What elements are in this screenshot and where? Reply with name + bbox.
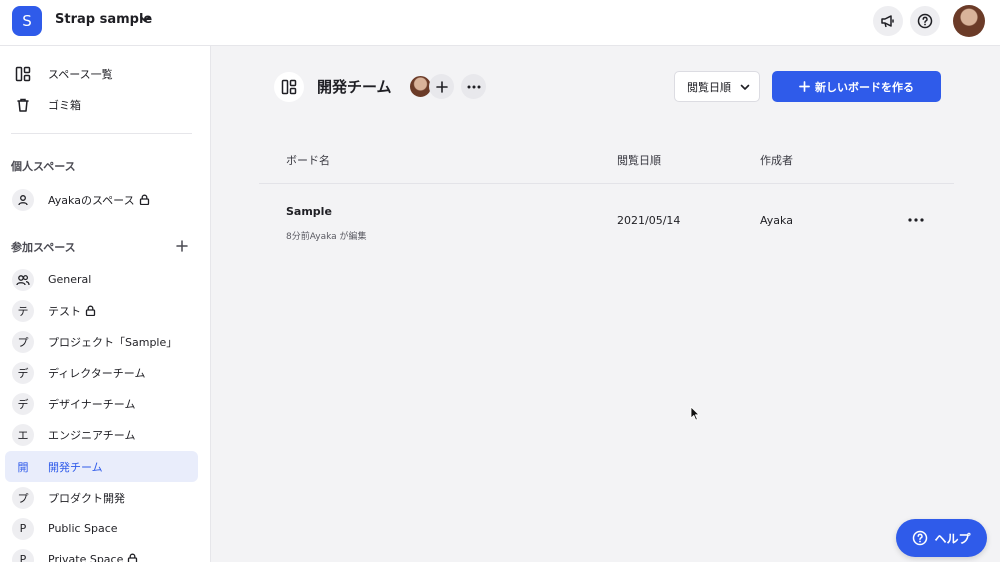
- column-header-board-name[interactable]: ボード名: [286, 152, 330, 168]
- top-bar: S Strap sample: [0, 0, 1000, 46]
- sidebar-item-label: Ayakaのスペース: [48, 193, 135, 207]
- sidebar-item-label: プロジェクト「Sample」: [48, 335, 178, 349]
- lock-icon: [128, 553, 138, 562]
- page-title: 開発チーム: [317, 78, 392, 96]
- sidebar-item-label: Private Space: [48, 553, 124, 562]
- announcement-button[interactable]: [873, 6, 903, 36]
- person-icon: [12, 188, 34, 211]
- space-initial: P: [12, 548, 34, 562]
- sidebar: スペース一覧 ゴミ箱 個人スペース Ayakaのスペース 参加スペース Gene…: [0, 46, 211, 562]
- more-horizontal-icon: [467, 85, 480, 88]
- megaphone-icon: [881, 15, 894, 28]
- board-viewed-date: 2021/05/14: [617, 214, 681, 227]
- sidebar-item-dev-team[interactable]: 開 開発チーム: [5, 451, 198, 482]
- help-center-button[interactable]: [910, 6, 940, 36]
- sidebar-divider: [11, 133, 192, 134]
- space-more-button[interactable]: [461, 74, 486, 99]
- board-title[interactable]: Sample: [286, 205, 332, 218]
- sidebar-item-label: エンジニアチーム: [48, 428, 136, 442]
- space-initial: プ: [12, 486, 34, 509]
- personal-space-heading: 個人スペース: [11, 160, 76, 173]
- sidebar-item-label: 開発チーム: [48, 460, 103, 474]
- more-horizontal-icon: [908, 218, 924, 222]
- column-header-viewed-date[interactable]: 閲覧日順: [617, 152, 661, 168]
- sidebar-item-designer-team[interactable]: デ デザイナーチーム: [5, 388, 198, 419]
- sidebar-item-label: スペース一覧: [48, 67, 113, 81]
- sidebar-item-project-sample[interactable]: プ プロジェクト「Sample」: [5, 326, 198, 357]
- board-icon: [14, 65, 32, 83]
- sidebar-item-label: ディレクターチーム: [48, 366, 146, 380]
- mouse-cursor-icon: [690, 406, 700, 421]
- question-circle-icon: [913, 530, 928, 546]
- board-icon: [281, 79, 297, 95]
- space-initial: テ: [12, 299, 34, 322]
- lock-icon: [85, 305, 96, 316]
- table-divider: [259, 183, 954, 184]
- sidebar-item-private-space[interactable]: P Private Space: [5, 544, 198, 562]
- people-icon: [12, 268, 34, 291]
- lock-icon: [139, 194, 149, 205]
- space-initial: デ: [12, 392, 34, 415]
- sidebar-item-space-list[interactable]: スペース一覧: [5, 58, 198, 89]
- workspace-badge[interactable]: S: [12, 6, 42, 36]
- space-initial: デ: [12, 361, 34, 384]
- new-board-button[interactable]: 新しいボードを作る: [772, 71, 941, 102]
- column-header-creator[interactable]: 作成者: [760, 152, 793, 168]
- add-space-icon[interactable]: [175, 239, 189, 253]
- sidebar-item-test[interactable]: テ テスト: [5, 295, 198, 326]
- sidebar-item-director-team[interactable]: デ ディレクターチーム: [5, 357, 198, 388]
- sidebar-item-label: Public Space: [48, 522, 118, 535]
- sort-select[interactable]: 閲覧日順: [674, 71, 760, 102]
- plus-icon: [435, 80, 448, 93]
- board-more-button[interactable]: [905, 212, 927, 228]
- add-member-button[interactable]: [429, 74, 454, 99]
- space-view-toggle-button[interactable]: [274, 72, 304, 102]
- question-circle-icon: [917, 13, 933, 29]
- space-initial: プ: [12, 330, 34, 353]
- space-initial: 開: [17, 460, 29, 474]
- board-edit-info: 8分前Ayaka が編集: [286, 232, 367, 242]
- help-button[interactable]: ヘルプ: [896, 519, 987, 557]
- new-board-label: 新しいボードを作る: [815, 80, 914, 94]
- sidebar-item-public-space[interactable]: P Public Space: [5, 513, 198, 544]
- trash-icon: [14, 96, 32, 114]
- space-initial: P: [12, 517, 34, 540]
- sidebar-item-label: プロダクト開発: [48, 491, 125, 505]
- joined-space-heading: 参加スペース: [11, 241, 76, 254]
- sidebar-item-personal-space[interactable]: Ayakaのスペース: [5, 184, 198, 215]
- sort-select-value: 閲覧日順: [687, 80, 731, 94]
- sidebar-item-label: テスト: [48, 304, 81, 318]
- help-label: ヘルプ: [934, 531, 971, 546]
- plus-icon: [799, 81, 810, 92]
- chevron-down-icon: [740, 84, 750, 90]
- sidebar-item-trash[interactable]: ゴミ箱: [5, 89, 198, 120]
- sidebar-item-engineer-team[interactable]: エ エンジニアチーム: [5, 419, 198, 450]
- sidebar-item-product-dev[interactable]: プ プロダクト開発: [5, 482, 198, 513]
- sidebar-item-general[interactable]: General: [5, 264, 198, 295]
- user-avatar[interactable]: [953, 5, 985, 37]
- chevron-down-icon[interactable]: [138, 12, 152, 26]
- space-initial: エ: [12, 423, 34, 446]
- sidebar-item-label: ゴミ箱: [48, 98, 81, 112]
- board-author: Ayaka: [760, 214, 793, 227]
- sidebar-item-label: デザイナーチーム: [48, 397, 136, 411]
- sidebar-item-label: General: [48, 273, 92, 286]
